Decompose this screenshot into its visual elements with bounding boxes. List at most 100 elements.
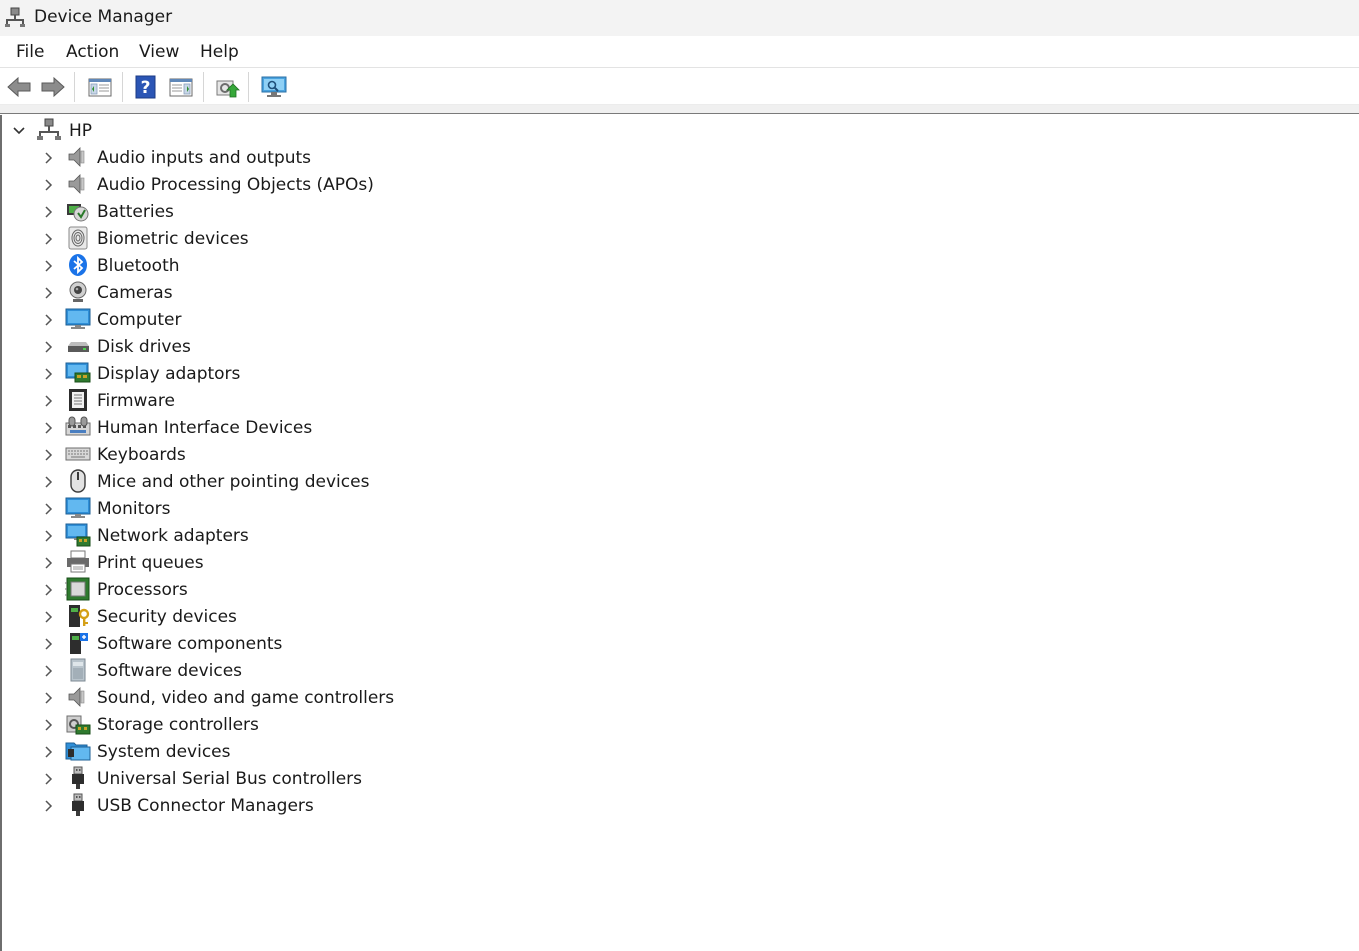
tree-item-human-interface-devices[interactable]: Human Interface Devices: [2, 414, 422, 441]
storage-controller-icon: [66, 715, 91, 735]
chevron-right-icon[interactable]: [41, 529, 55, 543]
software-device-icon: [70, 658, 86, 682]
chevron-right-icon[interactable]: [41, 286, 55, 300]
chevron-right-icon[interactable]: [41, 799, 55, 813]
menu-help[interactable]: Help: [198, 42, 241, 62]
tree-item-keyboards[interactable]: Keyboards: [2, 441, 422, 468]
tree-item-processors[interactable]: Processors: [2, 576, 422, 603]
chevron-down-icon[interactable]: [12, 124, 26, 138]
show-hide-action-pane-button[interactable]: [167, 74, 195, 100]
tree-item-batteries[interactable]: Batteries: [2, 198, 422, 225]
tree-root-hp[interactable]: HP: [2, 117, 402, 144]
toolbar: ?: [0, 68, 1359, 105]
back-button[interactable]: [5, 74, 33, 100]
chevron-right-icon[interactable]: [41, 745, 55, 759]
network-adapter-icon: [65, 523, 91, 547]
tree-item-system-devices[interactable]: System devices: [2, 738, 422, 765]
tree-item-firmware[interactable]: Firmware: [2, 387, 422, 414]
tree-item-display-adaptors[interactable]: Display adaptors: [2, 360, 422, 387]
tree-item-audio-processing-objects-apos[interactable]: Audio Processing Objects (APOs): [2, 171, 422, 198]
chevron-right-icon[interactable]: [41, 718, 55, 732]
chevron-right-icon[interactable]: [41, 178, 55, 192]
tree-item-label: Print queues: [97, 553, 204, 573]
tree-item-biometric-devices[interactable]: Biometric devices: [2, 225, 422, 252]
usb-plug-icon: [72, 766, 84, 789]
device-tree[interactable]: HP Audio inputs and outputs Audio Process…: [0, 115, 1359, 951]
tree-item-monitors[interactable]: Monitors: [2, 495, 422, 522]
tree-item-label: Keyboards: [97, 445, 186, 465]
fingerprint-icon: [68, 226, 88, 250]
chevron-right-icon[interactable]: [41, 394, 55, 408]
chevron-right-icon[interactable]: [41, 232, 55, 246]
tree-item-label: USB Connector Managers: [97, 796, 314, 816]
tree-item-universal-serial-bus-controllers[interactable]: Universal Serial Bus controllers: [2, 765, 422, 792]
scan-hardware-changes-button[interactable]: [260, 74, 288, 100]
tree-item-network-adapters[interactable]: Network adapters: [2, 522, 422, 549]
tree-item-sound-video-and-game-controllers[interactable]: Sound, video and game controllers: [2, 684, 422, 711]
tree-item-label: Computer: [97, 310, 182, 330]
scan-hardware-changes-icon: [261, 76, 287, 97]
chevron-right-icon[interactable]: [41, 421, 55, 435]
chevron-right-icon[interactable]: [41, 772, 55, 786]
show-hide-console-tree-button[interactable]: [86, 74, 114, 100]
chevron-right-icon[interactable]: [41, 556, 55, 570]
chevron-right-icon[interactable]: [41, 313, 55, 327]
tree-item-label: Biometric devices: [97, 229, 249, 249]
chevron-right-icon[interactable]: [41, 448, 55, 462]
chevron-right-icon[interactable]: [41, 367, 55, 381]
tree-item-security-devices[interactable]: Security devices: [2, 603, 422, 630]
chevron-right-icon[interactable]: [41, 259, 55, 273]
title-bar: Device Manager: [0, 0, 1359, 36]
toolbar-separator: [203, 72, 204, 102]
tree-item-label: Monitors: [97, 499, 171, 519]
menu-view[interactable]: View: [137, 42, 181, 62]
firmware-chip-icon: [69, 389, 87, 411]
tree-item-label: Bluetooth: [97, 256, 180, 276]
tree-item-label: Human Interface Devices: [97, 418, 313, 438]
tree-item-label: Network adapters: [97, 526, 249, 546]
chevron-right-icon[interactable]: [41, 610, 55, 624]
hid-icon: [65, 416, 91, 436]
menu-file[interactable]: File: [14, 42, 46, 62]
chevron-right-icon[interactable]: [41, 637, 55, 651]
chevron-right-icon[interactable]: [41, 205, 55, 219]
help-button[interactable]: ?: [132, 74, 160, 100]
tree-item-software-devices[interactable]: Software devices: [2, 657, 422, 684]
back-icon: [7, 76, 31, 98]
toolbar-separator: [122, 72, 123, 102]
tree-item-storage-controllers[interactable]: Storage controllers: [2, 711, 422, 738]
tree-item-computer[interactable]: Computer: [2, 306, 422, 333]
printer-icon: [67, 550, 89, 573]
tree-item-label: Audio Processing Objects (APOs): [97, 175, 374, 195]
keyboard-icon: [65, 447, 91, 461]
monitor-icon: [65, 308, 91, 329]
software-component-icon: [70, 633, 88, 654]
svg-text:?: ?: [141, 78, 151, 98]
chevron-right-icon[interactable]: [41, 475, 55, 489]
tree-item-label: Storage controllers: [97, 715, 259, 735]
forward-button[interactable]: [39, 74, 67, 100]
tree-item-bluetooth[interactable]: Bluetooth: [2, 252, 422, 279]
tree-item-audio-inputs-and-outputs[interactable]: Audio inputs and outputs: [2, 144, 422, 171]
tree-item-cameras[interactable]: Cameras: [2, 279, 422, 306]
tree-item-label: Firmware: [97, 391, 175, 411]
speaker-icon: [68, 147, 85, 167]
tree-item-disk-drives[interactable]: Disk drives: [2, 333, 422, 360]
chevron-right-icon[interactable]: [41, 151, 55, 165]
chevron-right-icon[interactable]: [41, 691, 55, 705]
display-adapter-icon: [65, 362, 91, 383]
chevron-right-icon[interactable]: [41, 583, 55, 597]
tree-item-software-components[interactable]: Software components: [2, 630, 422, 657]
monitor-icon: [65, 497, 91, 518]
menu-action[interactable]: Action: [64, 42, 121, 62]
chevron-right-icon[interactable]: [41, 340, 55, 354]
tree-item-label: Audio inputs and outputs: [97, 148, 312, 168]
tree-item-mice-and-other-pointing-devices[interactable]: Mice and other pointing devices: [2, 468, 422, 495]
tree-item-print-queues[interactable]: Print queues: [2, 549, 422, 576]
tree-item-label: Universal Serial Bus controllers: [97, 769, 363, 789]
chevron-right-icon[interactable]: [41, 502, 55, 516]
chevron-right-icon[interactable]: [41, 664, 55, 678]
update-driver-button[interactable]: [213, 74, 241, 100]
speaker-icon: [68, 687, 85, 707]
tree-item-usb-connector-managers[interactable]: USB Connector Managers: [2, 792, 422, 819]
